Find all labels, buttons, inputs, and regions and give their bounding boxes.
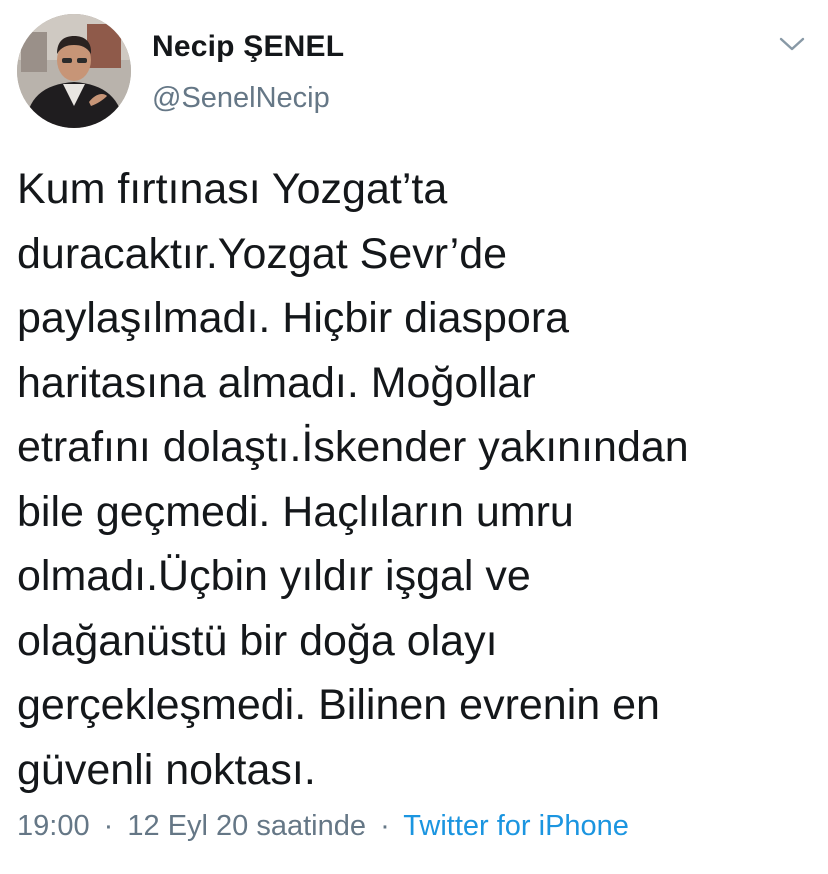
tweet-text-line: haritasına almadı. Moğollar (17, 358, 536, 407)
tweet-card: Necip ŞENEL @SenelNecip Kum fırtınası Yo… (0, 0, 828, 874)
tweet-text-line: etrafını dolaştı.İskender yakınından (17, 423, 689, 471)
tweet-text-line: bile geçmedi. Haçlıların umru (17, 487, 574, 536)
tweet-text-line: olmadı.Üçbin yıldır işgal ve (17, 552, 531, 600)
tweet-source-link[interactable]: Twitter for iPhone (403, 810, 629, 842)
meta-separator: · (103, 810, 114, 842)
tweet-text: Kum fırtınası Yozgat’ta duracaktır.Yozga… (17, 157, 817, 802)
tweet-text-line: güvenli noktası. (17, 745, 316, 794)
avatar[interactable] (17, 14, 131, 128)
author-name[interactable]: Necip ŞENEL (152, 30, 344, 64)
avatar-photo (17, 14, 131, 128)
tweet-date[interactable]: 12 Eyl 20 saatinde (127, 810, 366, 842)
tweet-meta: 19:00 · 12 Eyl 20 saatinde · Twitter for… (17, 810, 629, 843)
tweet-text-line: paylaşılmadı. Hiçbir diaspora (17, 294, 570, 342)
chevron-down-icon[interactable] (778, 34, 806, 54)
tweet-text-line: olağanüstü bir doğa olayı (17, 616, 498, 665)
author-handle[interactable]: @SenelNecip (152, 82, 330, 115)
tweet-text-line: gerçekleşmedi. Bilinen evrenin en (17, 681, 660, 729)
meta-separator: · (380, 810, 390, 842)
tweet-time[interactable]: 19:00 (17, 810, 90, 842)
tweet-text-line: duracaktır.Yozgat Sevr’de (17, 229, 508, 278)
tweet-text-line: Kum fırtınası Yozgat’ta (17, 165, 448, 213)
